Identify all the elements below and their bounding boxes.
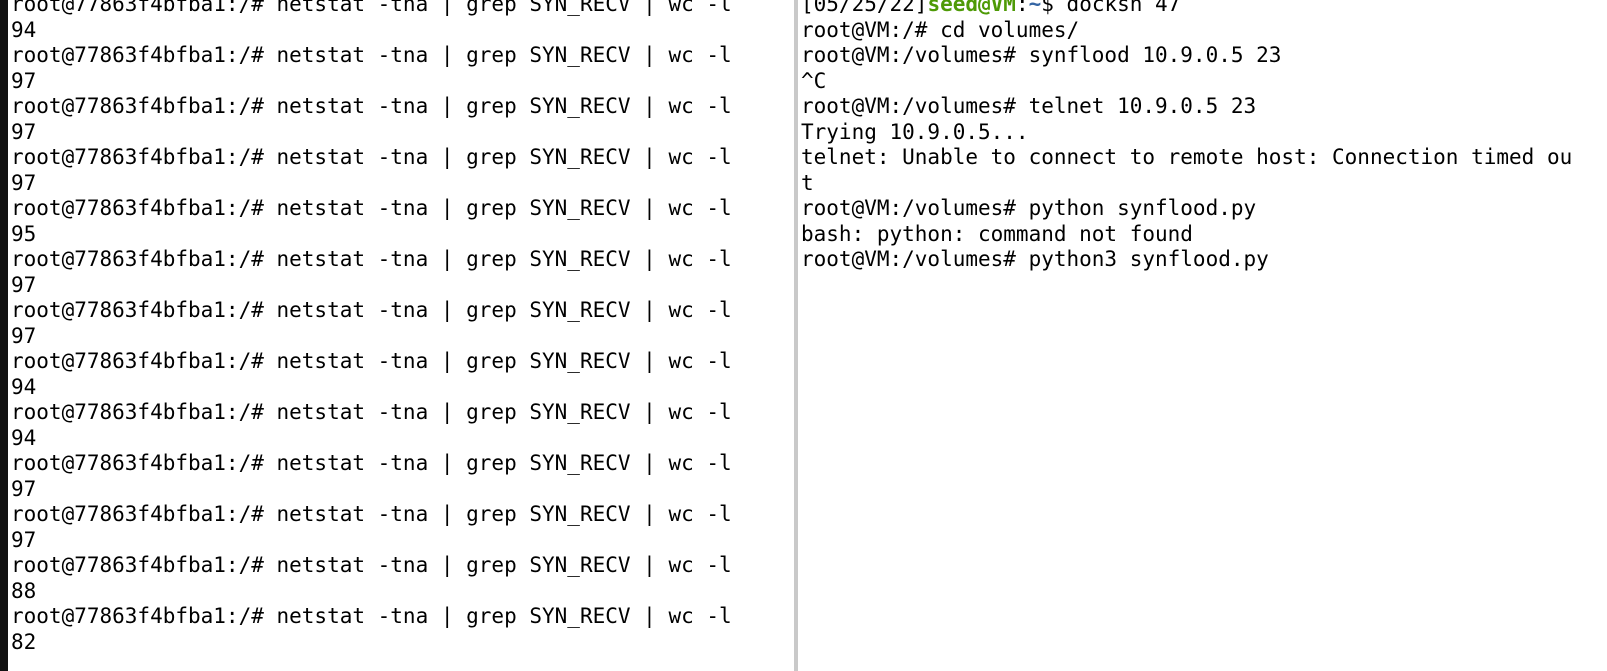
terminal-output-line: 97 [11,170,37,195]
terminal-output-line: telnet: Unable to connect to remote host… [801,145,1573,169]
terminal-output-line: ^C [801,68,827,93]
terminal-output-line: 97 [11,68,37,93]
terminal-command-line: root@77863f4bfba1:/# netstat -tna | grep… [11,145,732,169]
terminal-output-line: t [801,170,814,195]
terminal-command-line: root@77863f4bfba1:/# netstat -tna | grep… [11,196,732,220]
terminal-output-line: 97 [11,323,37,348]
terminal-command-line: root@77863f4bfba1:/# netstat -tna | grep… [11,247,732,271]
terminal-output-line: 95 [11,221,37,246]
terminal-output-line: 97 [11,272,37,297]
terminal-output-line: 94 [11,17,37,42]
terminal-pane-left[interactable]: root@77863f4bfba1:/# netstat -tna | grep… [8,0,794,671]
terminal-command-line: root@VM:/volumes# synflood 10.9.0.5 23 [801,43,1282,67]
terminal-output-right: [05/25/22]seed@VM:~$ docksh 47 root@VM:/… [801,0,1572,273]
terminal-output-line: 82 [11,629,37,654]
terminal-output-line: Trying 10.9.0.5... [801,119,1029,144]
terminal-command-line: root@VM:/volumes# telnet 10.9.0.5 23 [801,94,1257,118]
prompt-separator: : [1015,0,1029,16]
terminal-command-line: root@77863f4bfba1:/# netstat -tna | grep… [11,502,732,526]
terminal-command-line: root@VM:/# cd volumes/ [801,17,1080,42]
terminal-output-line: 94 [11,425,37,450]
terminal-output-line: 97 [11,119,37,144]
terminal-output-left: root@77863f4bfba1:/# netstat -tna | grep… [11,0,732,655]
terminal-output-line: 97 [11,476,37,501]
terminal-command-line: root@77863f4bfba1:/# netstat -tna | grep… [11,94,732,118]
terminal-command-line: root@77863f4bfba1:/# netstat -tna | grep… [11,349,732,373]
terminal-prompt-line: [05/25/22]seed@VM:~$ docksh 47 [801,0,1572,18]
terminal-output-line: 94 [11,374,37,399]
terminal-command-line: root@77863f4bfba1:/# netstat -tna | grep… [11,451,732,475]
terminal-command-line: root@77863f4bfba1:/# netstat -tna | grep… [11,553,732,577]
terminal-command-line: root@VM:/volumes# python3 synflood.py [801,247,1269,271]
terminal-command-line: root@77863f4bfba1:/# netstat -tna | grep… [11,604,732,628]
terminal-command-line: root@77863f4bfba1:/# netstat -tna | grep… [11,0,732,16]
window-left-edge [0,0,8,671]
prompt-path: ~ [1028,0,1042,16]
terminal-command-line: root@77863f4bfba1:/# netstat -tna | grep… [11,43,732,67]
terminal-output-line: 97 [11,527,37,552]
terminal-pane-right[interactable]: [05/25/22]seed@VM:~$ docksh 47 root@VM:/… [798,0,1607,671]
terminal-command-line: root@77863f4bfba1:/# netstat -tna | grep… [11,400,732,424]
terminal-command-line: root@VM:/volumes# python synflood.py [801,196,1257,220]
terminal-output-line: 88 [11,578,37,603]
terminal-output-line: bash: python: command not found [801,221,1193,246]
prompt-date: [05/25/22] [801,0,928,16]
prompt-user-host: seed@VM [927,0,1016,16]
terminal-command-line: root@77863f4bfba1:/# netstat -tna | grep… [11,298,732,322]
prompt-command: $ docksh 47 [1041,0,1181,16]
desktop-screen: root@77863f4bfba1:/# netstat -tna | grep… [0,0,1607,671]
